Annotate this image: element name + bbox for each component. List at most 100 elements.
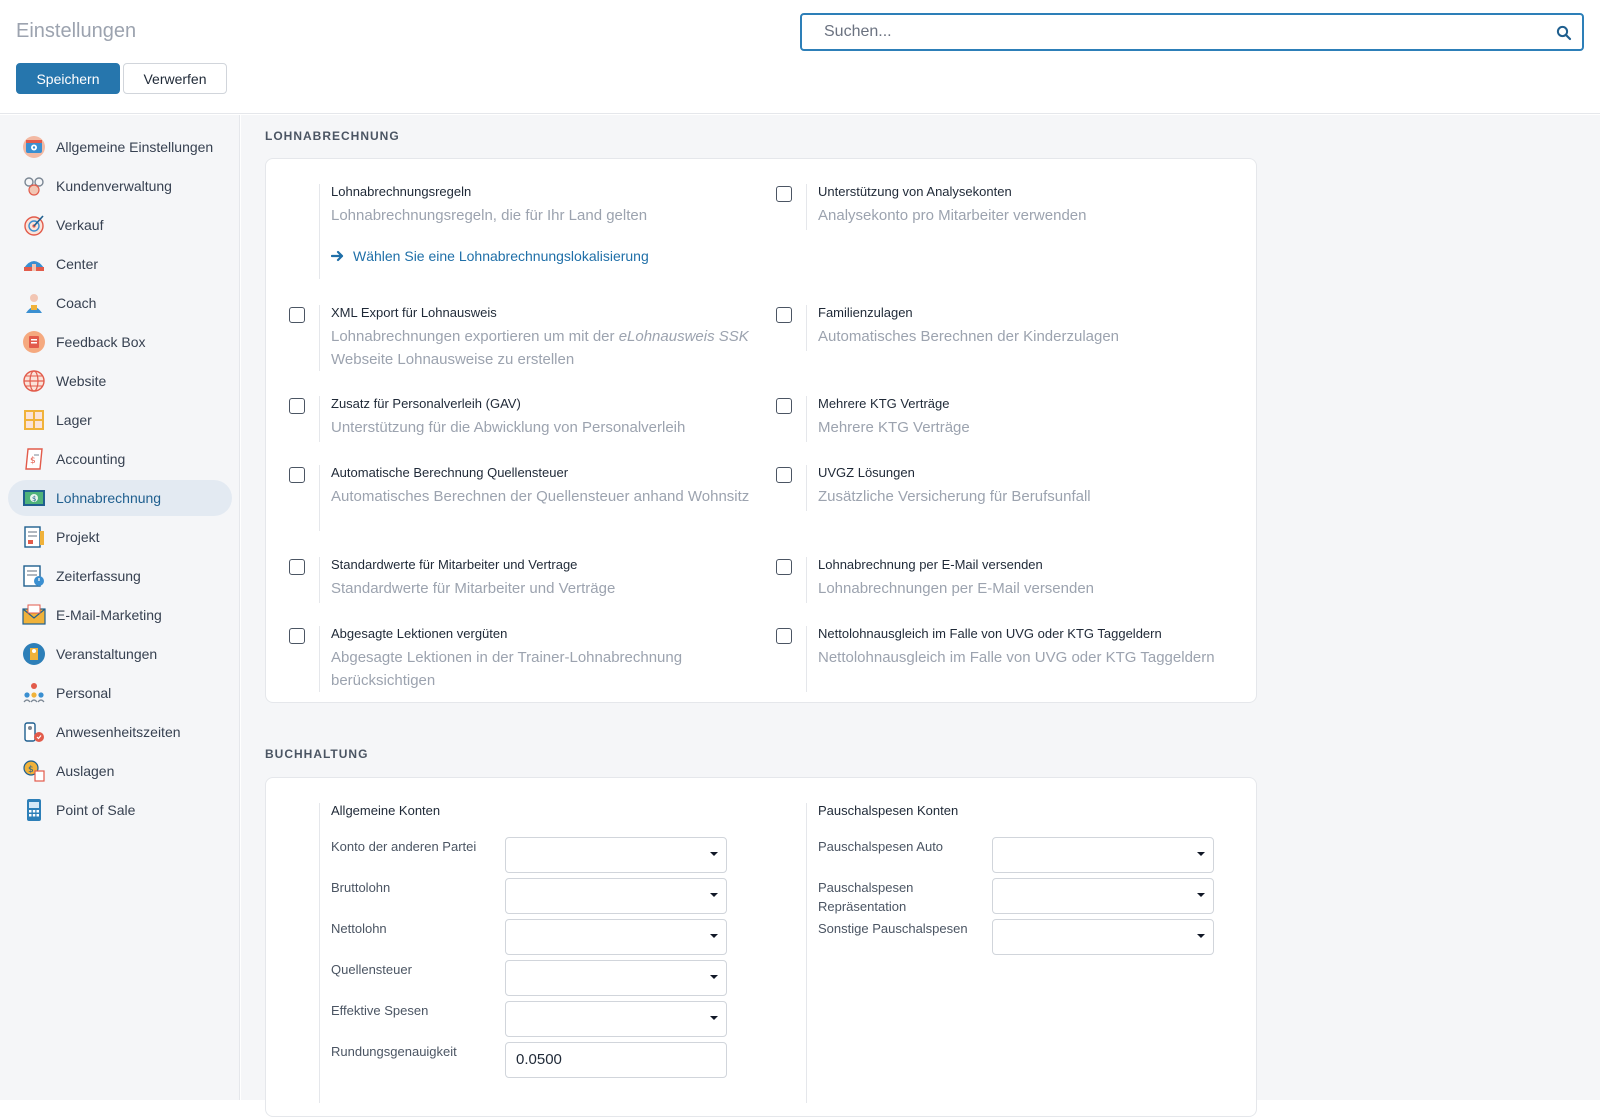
sidebar-item-coach[interactable]: Coach <box>8 285 232 321</box>
divider <box>319 465 320 531</box>
sidebar-item-label: Allgemeine Einstellungen <box>56 139 214 155</box>
accounting-app-icon: $ <box>25 448 43 470</box>
net-wage-compensation-checkbox[interactable] <box>776 628 792 644</box>
cancelled-lessons-checkbox[interactable] <box>289 628 305 644</box>
sidebar-item-label: Auslagen <box>56 763 115 779</box>
search-input[interactable] <box>802 15 1582 49</box>
sidebar-item-label: Lager <box>56 412 92 428</box>
sidebar-item-label: Veranstaltungen <box>56 646 158 662</box>
sidebar-item-label: Accounting <box>56 451 126 467</box>
sidebar-item-accounting[interactable]: $ Accounting <box>8 441 232 477</box>
rounding-precision-input[interactable]: 0.0500 <box>505 1042 727 1078</box>
timesheet-app-icon <box>23 565 44 587</box>
crm-app-icon <box>24 177 44 196</box>
chevron-down-icon <box>710 975 718 979</box>
divider <box>806 184 807 230</box>
effective-expenses-account-select[interactable] <box>505 1001 727 1037</box>
sidebar-item-point-of-sale[interactable]: Point of Sale <box>8 792 232 828</box>
divider <box>319 626 320 692</box>
sidebar-item-attendance[interactable]: Anwesenheitszeiten <box>8 714 232 750</box>
payroll-app-icon: $ <box>23 490 45 506</box>
payslip-email-checkbox[interactable] <box>776 559 792 575</box>
group-flat-expense-accounts: Pauschalspesen Konten Pauschalspesen Aut… <box>776 803 1236 1103</box>
sidebar-item-label: Coach <box>56 295 97 311</box>
control-panel: Einstellungen Speichern Verwerfen <box>0 0 1600 114</box>
analytic-accounts-checkbox[interactable] <box>776 186 792 202</box>
setting-net-wage-compensation: Nettolohnausgleich im Falle von UVG oder… <box>776 626 1236 692</box>
flat-representation-account-select[interactable] <box>992 878 1214 914</box>
sidebar-item-crm[interactable]: Kundenverwaltung <box>8 168 232 204</box>
center-app-icon <box>24 261 44 271</box>
setting-payroll-rules: Lohnabrechnungsregeln Lohnabrechnungsreg… <box>289 184 749 279</box>
choose-localization-link[interactable]: Wählen Sie eine Lohnabrechnungslokalisie… <box>331 248 649 264</box>
staff-leasing-checkbox[interactable] <box>289 398 305 414</box>
sidebar-item-label: Point of Sale <box>56 802 136 818</box>
field-label: Konto der anderen Partei <box>331 839 477 854</box>
sidebar-item-general-settings[interactable]: Allgemeine Einstellungen <box>8 129 232 165</box>
uvgz-solutions-checkbox[interactable] <box>776 467 792 483</box>
setting-cancelled-lessons: Abgesagte Lektionen vergüten Abgesagte L… <box>289 626 749 692</box>
setting-title: Abgesagte Lektionen vergüten <box>331 626 508 641</box>
flat-other-account-select[interactable] <box>992 919 1214 955</box>
sidebar-item-center[interactable]: Center <box>8 246 232 282</box>
setting-analytic-accounts: Unterstützung von Analysekonten Analysek… <box>776 184 1236 230</box>
sidebar-item-feedback-box[interactable]: Feedback Box <box>8 324 232 360</box>
sidebar-item-email-marketing[interactable]: E-Mail-Marketing <box>8 597 232 633</box>
sidebar-item-payroll[interactable]: $ Lohnabrechnung <box>8 480 232 516</box>
sidebar-item-expenses[interactable]: $ Auslagen <box>8 753 232 789</box>
setting-payslip-email: Lohnabrechnung per E-Mail versenden Lohn… <box>776 557 1236 603</box>
field-label: Pauschalspesen Auto <box>818 839 944 854</box>
events-app-icon <box>23 643 45 665</box>
chevron-down-icon <box>710 852 718 856</box>
settings-app-icon <box>23 136 45 158</box>
save-button[interactable]: Speichern <box>16 63 120 94</box>
settings-sidebar: Allgemeine Einstellungen Kundenverwaltun… <box>0 115 240 1100</box>
sidebar-item-events[interactable]: Veranstaltungen <box>8 636 232 672</box>
xml-export-checkbox[interactable] <box>289 307 305 323</box>
sidebar-item-project[interactable]: Projekt <box>8 519 232 555</box>
setting-employee-defaults: Standardwerte für Mitarbeiter und Vertra… <box>289 557 749 603</box>
setting-title: Unterstützung von Analysekonten <box>818 184 1012 199</box>
counterpart-account-select[interactable] <box>505 837 727 873</box>
sidebar-item-website[interactable]: Website <box>8 363 232 399</box>
setting-family-allowances: Familienzulagen Automatisches Berechnen … <box>776 305 1236 351</box>
setting-title: XML Export für Lohnausweis <box>331 305 497 320</box>
setting-title: Mehrere KTG Verträge <box>818 396 950 411</box>
sidebar-item-timesheet[interactable]: Zeiterfassung <box>8 558 232 594</box>
divider <box>806 396 807 442</box>
setting-title: UVGZ Lösungen <box>818 465 915 480</box>
setting-title: Familienzulagen <box>818 305 913 320</box>
flat-car-account-select[interactable] <box>992 837 1214 873</box>
divider <box>319 305 320 371</box>
settings-content: LOHNABRECHNUNG Lohnabrechnungsregeln Loh… <box>241 115 1600 1117</box>
svg-text:$: $ <box>32 495 36 503</box>
gross-wage-account-select[interactable] <box>505 878 727 914</box>
setting-title: Zusatz für Personalverleih (GAV) <box>331 396 521 411</box>
sidebar-item-label: Projekt <box>56 529 100 545</box>
divider <box>319 184 320 279</box>
sidebar-item-sales[interactable]: Verkauf <box>8 207 232 243</box>
employee-defaults-checkbox[interactable] <box>289 559 305 575</box>
setting-description: Nettolohnausgleich im Falle von UVG oder… <box>818 649 1215 666</box>
divider <box>319 803 320 1103</box>
setting-description: Standardwerte für Mitarbeiter und Verträ… <box>331 580 616 597</box>
website-globe-icon <box>23 370 45 392</box>
withholding-tax-checkbox[interactable] <box>289 467 305 483</box>
sidebar-item-employees[interactable]: Personal <box>8 675 232 711</box>
search-icon[interactable] <box>1556 25 1572 41</box>
divider <box>806 557 807 603</box>
chevron-down-icon <box>710 934 718 938</box>
discard-button[interactable]: Verwerfen <box>123 63 227 94</box>
sidebar-item-inventory[interactable]: Lager <box>8 402 232 438</box>
multiple-ktg-checkbox[interactable] <box>776 398 792 414</box>
sales-target-icon <box>24 215 44 236</box>
withholding-tax-account-select[interactable] <box>505 960 727 996</box>
payroll-settings-card: Lohnabrechnungsregeln Lohnabrechnungsreg… <box>265 158 1257 703</box>
setting-description: Unterstützung für die Abwicklung von Per… <box>331 419 686 436</box>
email-marketing-icon <box>22 604 46 625</box>
sidebar-item-label: Personal <box>56 685 112 701</box>
net-wage-account-select[interactable] <box>505 919 727 955</box>
group-general-accounts: Allgemeine Konten Konto der anderen Part… <box>289 803 749 1103</box>
family-allowances-checkbox[interactable] <box>776 307 792 323</box>
divider <box>806 465 807 511</box>
